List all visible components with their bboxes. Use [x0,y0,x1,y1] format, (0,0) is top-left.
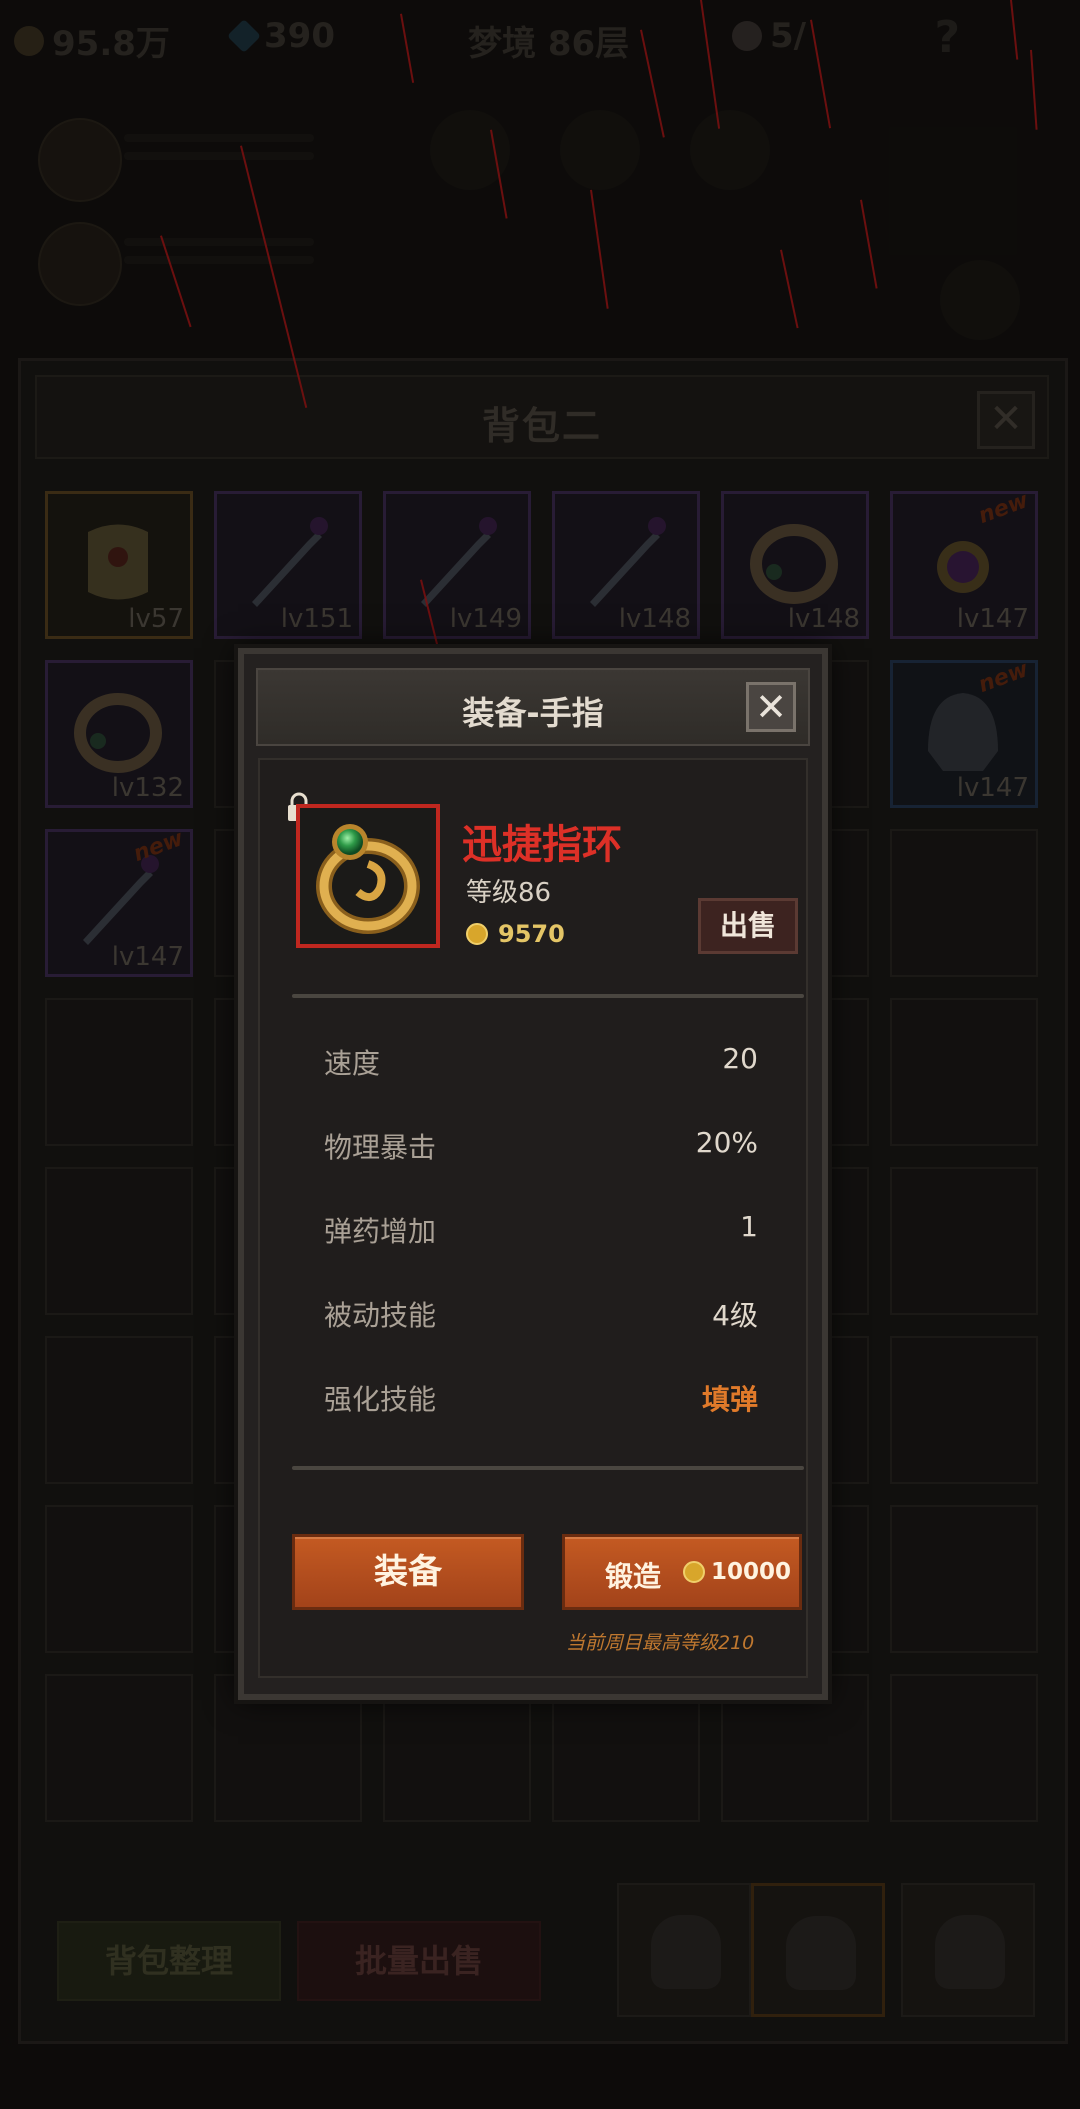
equip-button[interactable]: 装备 [292,1534,524,1610]
stat-label: 被动技能 [324,1299,437,1332]
gold-coin-icon [466,923,488,945]
stat-value: 填弹 [701,1383,758,1416]
stat-label: 物理暴击 [324,1131,437,1164]
max-level-note: 当前周目最高等级210 [566,1632,755,1654]
stat-row: 弹药增加 1 [324,1210,758,1250]
stat-label: 速度 [324,1047,381,1080]
gold-coin-icon [683,1561,705,1583]
divider [292,1466,804,1470]
price-value: 9570 [498,920,565,948]
item-level: 等级86 [466,878,552,908]
item-icon-frame [296,804,440,948]
forge-cost: 10000 [683,1559,791,1585]
forge-cost-value: 10000 [711,1559,792,1585]
stat-row: 速度 20 [324,1042,758,1082]
equipment-detail-dialog: 装备-手指 ✕ 迅捷指环 等级86 9570 出售 速度 20 物理暴击 20%… [238,648,828,1700]
item-name: 迅捷指环 [462,822,622,868]
ring-icon [316,824,420,934]
forge-button[interactable]: 锻造 10000 [562,1534,802,1610]
stat-label: 弹药增加 [324,1215,437,1248]
sell-button[interactable]: 出售 [698,898,798,954]
dialog-header: 装备-手指 ✕ [256,668,810,746]
stat-row: 被动技能 4级 [324,1294,758,1334]
divider [292,994,804,998]
dialog-close-button[interactable]: ✕ [746,682,796,732]
stat-value: 20 [722,1042,758,1075]
item-sell-price: 9570 [466,920,565,948]
dialog-title: 装备-手指 [462,694,604,732]
stat-value: 20% [695,1126,758,1159]
stat-value: 1 [740,1210,758,1243]
stat-label: 强化技能 [324,1383,437,1416]
forge-label: 锻造 [605,1560,662,1593]
stat-row: 强化技能 填弹 [324,1378,758,1418]
stat-row: 物理暴击 20% [324,1126,758,1166]
stat-value: 4级 [712,1299,758,1332]
